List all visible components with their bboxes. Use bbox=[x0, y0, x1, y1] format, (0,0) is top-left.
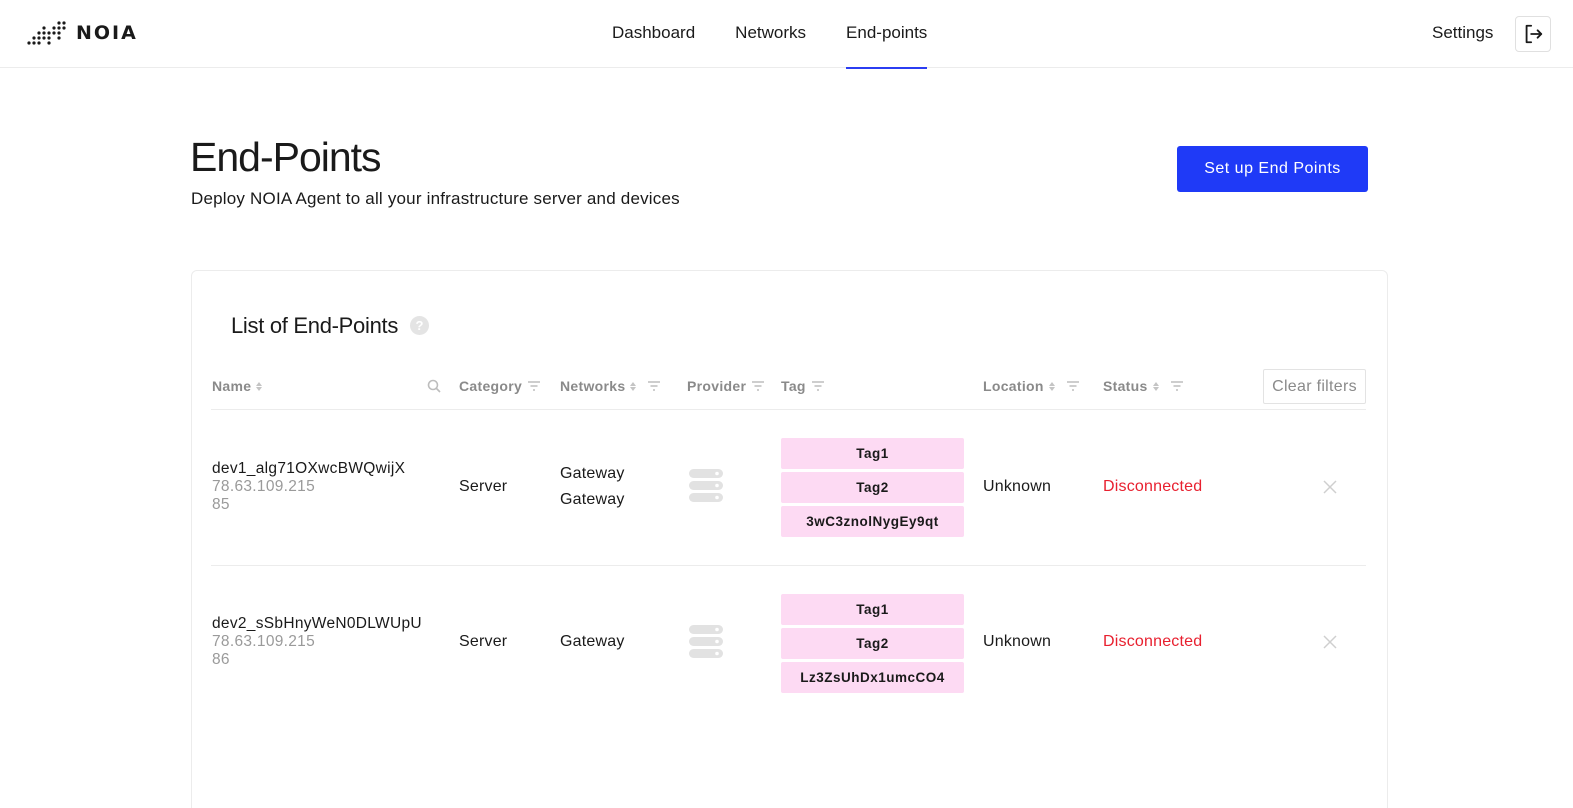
column-header-label: Location bbox=[983, 378, 1044, 394]
page-subtitle: Deploy NOIA Agent to all your infrastruc… bbox=[191, 189, 680, 208]
column-header-label: Networks bbox=[560, 378, 626, 394]
endpoint-category: Server bbox=[459, 633, 508, 650]
status-badge: Disconnected bbox=[1103, 633, 1203, 650]
column-header-provider[interactable]: Provider bbox=[687, 378, 765, 394]
search-icon[interactable] bbox=[427, 379, 441, 393]
noia-logo[interactable]: NOIA bbox=[27, 19, 138, 47]
close-icon[interactable] bbox=[1322, 479, 1338, 495]
tag-chip: Tag1 bbox=[781, 594, 964, 625]
endpoint-name-cell: dev2_sSbHnyWeN0DLWUpU 78.63.109.215 86 bbox=[212, 615, 422, 669]
logo-text: NOIA bbox=[76, 22, 138, 44]
column-header-label: Provider bbox=[687, 378, 747, 394]
logout-icon bbox=[1525, 24, 1543, 44]
column-header-label: Status bbox=[1103, 378, 1148, 394]
sort-icon[interactable] bbox=[1048, 381, 1055, 391]
endpoint-name: dev1_alg71OXwcBWQwijX bbox=[212, 460, 406, 477]
table-header-divider bbox=[211, 409, 1366, 410]
main-nav: Dashboard Networks End-points bbox=[612, 0, 967, 69]
column-header-label: Name bbox=[212, 378, 252, 394]
noia-logo-icon bbox=[27, 21, 66, 45]
sort-icon[interactable] bbox=[256, 381, 263, 391]
column-header-tag[interactable]: Tag bbox=[781, 378, 825, 394]
close-icon[interactable] bbox=[1322, 634, 1338, 650]
filter-icon[interactable] bbox=[751, 381, 765, 391]
card-title: List of End-Points bbox=[231, 313, 399, 338]
endpoint-id: 86 bbox=[212, 651, 230, 668]
tag-chip: 3wC3znolNygEy9qt bbox=[781, 506, 964, 537]
help-icon[interactable]: ? bbox=[410, 316, 429, 335]
endpoint-ip: 78.63.109.215 bbox=[212, 478, 316, 495]
nav-item-networks[interactable]: Networks bbox=[735, 0, 806, 68]
settings-link[interactable]: Settings bbox=[1432, 0, 1493, 66]
server-icon bbox=[689, 625, 723, 658]
row-divider bbox=[211, 565, 1366, 566]
column-header-location[interactable]: Location bbox=[983, 378, 1080, 394]
column-header-label: Tag bbox=[781, 378, 806, 394]
endpoint-category: Server bbox=[459, 478, 508, 495]
endpoint-network: Gateway bbox=[560, 491, 625, 508]
sort-icon[interactable] bbox=[630, 381, 637, 391]
tag-chip: Tag1 bbox=[781, 438, 964, 469]
endpoint-network: Gateway bbox=[560, 633, 625, 650]
set-up-end-points-button[interactable]: Set up End Points bbox=[1177, 146, 1368, 192]
filter-icon[interactable] bbox=[1170, 381, 1184, 391]
top-navigation-bar: NOIA Dashboard Networks End-points Setti… bbox=[0, 0, 1573, 69]
column-header-status[interactable]: Status bbox=[1103, 378, 1184, 394]
endpoint-network: Gateway bbox=[560, 465, 625, 482]
nav-item-dashboard[interactable]: Dashboard bbox=[612, 0, 695, 68]
endpoint-location: Unknown bbox=[983, 478, 1052, 495]
column-header-networks[interactable]: Networks bbox=[560, 378, 661, 394]
tag-chip: Lz3ZsUhDx1umcCO4 bbox=[781, 662, 964, 693]
tag-chip: Tag2 bbox=[781, 472, 964, 503]
end-points-card bbox=[191, 270, 1388, 808]
clear-filters-button[interactable]: Clear filters bbox=[1263, 369, 1366, 404]
column-header-category[interactable]: Category bbox=[459, 378, 541, 394]
column-header-name[interactable]: Name bbox=[212, 378, 263, 394]
page-title: End-Points bbox=[190, 134, 382, 180]
filter-icon[interactable] bbox=[811, 381, 825, 391]
endpoint-name-cell: dev1_alg71OXwcBWQwijX 78.63.109.215 85 bbox=[212, 460, 405, 514]
endpoint-location: Unknown bbox=[983, 633, 1052, 650]
filter-icon[interactable] bbox=[647, 381, 661, 391]
column-header-label: Category bbox=[459, 378, 523, 394]
endpoint-id: 85 bbox=[212, 496, 230, 513]
server-icon bbox=[689, 469, 723, 502]
filter-icon[interactable] bbox=[1066, 381, 1080, 391]
logout-button[interactable] bbox=[1515, 16, 1551, 52]
endpoint-name: dev2_sSbHnyWeN0DLWUpU bbox=[212, 615, 422, 632]
nav-item-end-points[interactable]: End-points bbox=[846, 0, 928, 69]
endpoint-ip: 78.63.109.215 bbox=[212, 633, 316, 650]
status-badge: Disconnected bbox=[1103, 478, 1203, 495]
sort-icon[interactable] bbox=[1152, 381, 1159, 391]
filter-icon[interactable] bbox=[527, 381, 541, 391]
tag-chip: Tag2 bbox=[781, 628, 964, 659]
